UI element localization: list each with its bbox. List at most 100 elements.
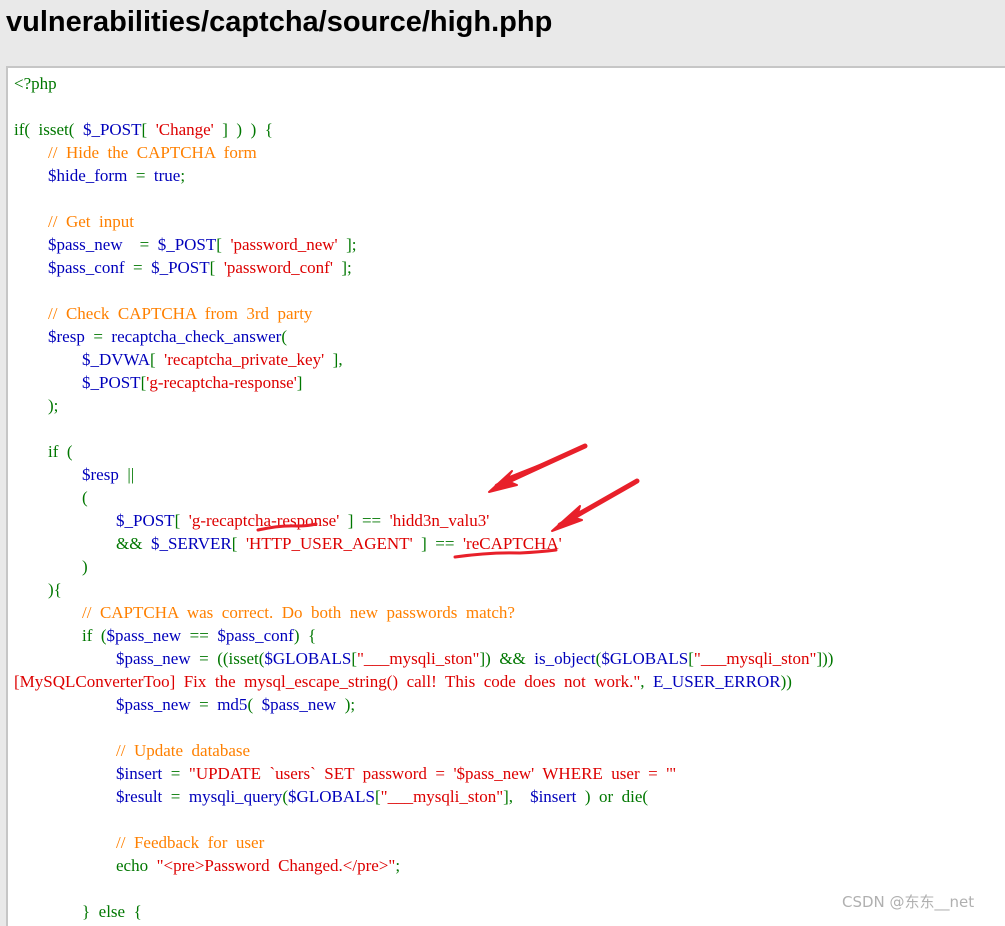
code-token: 'hidd3n_valu3' <box>389 511 490 530</box>
code-token: $hide_form <box>48 166 128 185</box>
code-token: $_POST <box>116 511 175 530</box>
code-line: // Update database <box>14 739 250 762</box>
code-token: $GLOBALS <box>601 649 689 668</box>
code-token: 'Change' <box>155 120 214 139</box>
code-token: = <box>190 695 218 714</box>
code-line: ); <box>14 394 58 417</box>
page-header: vulnerabilities/captcha/source/high.php <box>0 0 1005 64</box>
code-token: $GLOBALS <box>288 787 375 806</box>
code-token: // Update database <box>116 741 251 760</box>
code-token: ) <box>14 557 88 576</box>
code-line: $pass_new = ((isset($GLOBALS["___mysqli_… <box>14 647 833 670</box>
code-token: // Hide the CAPTCHA form <box>48 143 257 162</box>
code-line: $_POST[ 'g-recaptcha-response' ] == 'hid… <box>14 509 489 532</box>
code-token: $pass_new <box>116 649 191 668</box>
code-token: $insert <box>116 764 163 783</box>
code-token: = <box>84 327 112 346</box>
code-token: $_POST <box>157 235 217 254</box>
code-token: 'g-recaptcha-response' <box>146 373 297 392</box>
code-token: $insert <box>530 787 577 806</box>
code-token: } else { <box>14 902 142 921</box>
code-token: ( <box>281 327 287 346</box>
code-token: <?php <box>14 74 57 93</box>
code-token: , <box>640 672 654 691</box>
source-code-panel: <?php if( isset( $_POST[ 'Change' ] ) ) {… <box>6 66 1005 926</box>
code-token: [MySQLConverterToo] Fix the mysql_escape… <box>14 672 641 691</box>
code-token: 'g-recaptcha-response' <box>188 511 340 530</box>
code-token: ] ) ) { <box>213 120 273 139</box>
code-line: // Get input <box>14 210 134 233</box>
code-token: ] <box>296 373 303 392</box>
page-title: vulnerabilities/captcha/source/high.php <box>6 6 553 38</box>
code-line: if ($pass_new == $pass_conf) { <box>14 624 316 647</box>
code-line: $resp || <box>14 463 134 486</box>
code-token: $result <box>116 787 163 806</box>
code-token: )) <box>780 672 792 691</box>
code-line: // Hide the CAPTCHA form <box>14 141 257 164</box>
code-token: ( <box>14 488 88 507</box>
code-token: // Get input <box>48 212 134 231</box>
code-token: $pass_conf <box>48 258 125 277</box>
code-token: = <box>127 166 154 185</box>
code-token: $pass_new <box>261 695 337 714</box>
code-token: "<pre>Password Changed.</pre>" <box>156 856 396 875</box>
code-token: 'recaptcha_private_key' <box>164 350 325 369</box>
code-token: "UPDATE `users` SET password = '$pass_ne… <box>188 764 677 783</box>
code-token: ); <box>14 396 59 415</box>
code-token: $resp <box>82 465 119 484</box>
code-token: $_POST <box>151 258 210 277</box>
code-token: recaptcha_check_answer <box>111 327 282 346</box>
code-line: <?php <box>14 72 57 95</box>
code-token: is_object <box>534 649 596 668</box>
code-token: if ( <box>14 626 107 645</box>
code-token: ])) <box>816 649 834 668</box>
code-token: // CAPTCHA was correct. Do both new pass… <box>82 603 515 622</box>
code-line: $_POST['g-recaptcha-response'] <box>14 371 302 394</box>
code-token: 'HTTP_USER_AGENT' <box>245 534 413 553</box>
code-token: || <box>118 465 135 484</box>
code-line: [MySQLConverterToo] Fix the mysql_escape… <box>14 670 792 693</box>
code-line: ) <box>14 555 88 578</box>
code-line: $resp = recaptcha_check_answer( <box>14 325 287 348</box>
code-line: $pass_new = $_POST[ 'password_new' ]; <box>14 233 357 256</box>
code-token: [ <box>141 120 156 139</box>
code-token: && <box>14 534 151 553</box>
code-token: echo <box>14 856 157 875</box>
code-token: = <box>162 787 189 806</box>
code-line: ){ <box>14 578 62 601</box>
code-token: [ <box>231 534 246 553</box>
code-token: "___mysqli_ston" <box>380 787 504 806</box>
code-token: ; <box>180 166 186 185</box>
code-line: echo "<pre>Password Changed.</pre>"; <box>14 854 400 877</box>
code-token: = ((isset( <box>190 649 265 668</box>
code-token: $_DVWA <box>82 350 150 369</box>
code-token: $pass_new <box>48 235 123 254</box>
code-token: // Check CAPTCHA from 3rd party <box>48 304 313 323</box>
code-token: [ <box>174 511 189 530</box>
code-line: $hide_form = true; <box>14 164 185 187</box>
code-line: ( <box>14 486 88 509</box>
code-token: if ( <box>14 442 73 461</box>
code-line: $result = mysqli_query($GLOBALS["___mysq… <box>14 785 648 808</box>
code-line: $pass_new = md5( $pass_new ); <box>14 693 355 716</box>
code-token: if( isset( <box>14 120 83 139</box>
code-line: // CAPTCHA was correct. Do both new pass… <box>14 601 515 624</box>
code-token: $pass_new <box>106 626 182 645</box>
code-token: ; <box>395 856 401 875</box>
code-token: true <box>153 166 181 185</box>
code-token: $pass_conf <box>217 626 294 645</box>
code-line: if( isset( $_POST[ 'Change' ] ) ) { <box>14 118 273 141</box>
code-line: $insert = "UPDATE `users` SET password =… <box>14 762 676 785</box>
code-token: $pass_new <box>116 695 191 714</box>
code-token: = <box>124 258 152 277</box>
